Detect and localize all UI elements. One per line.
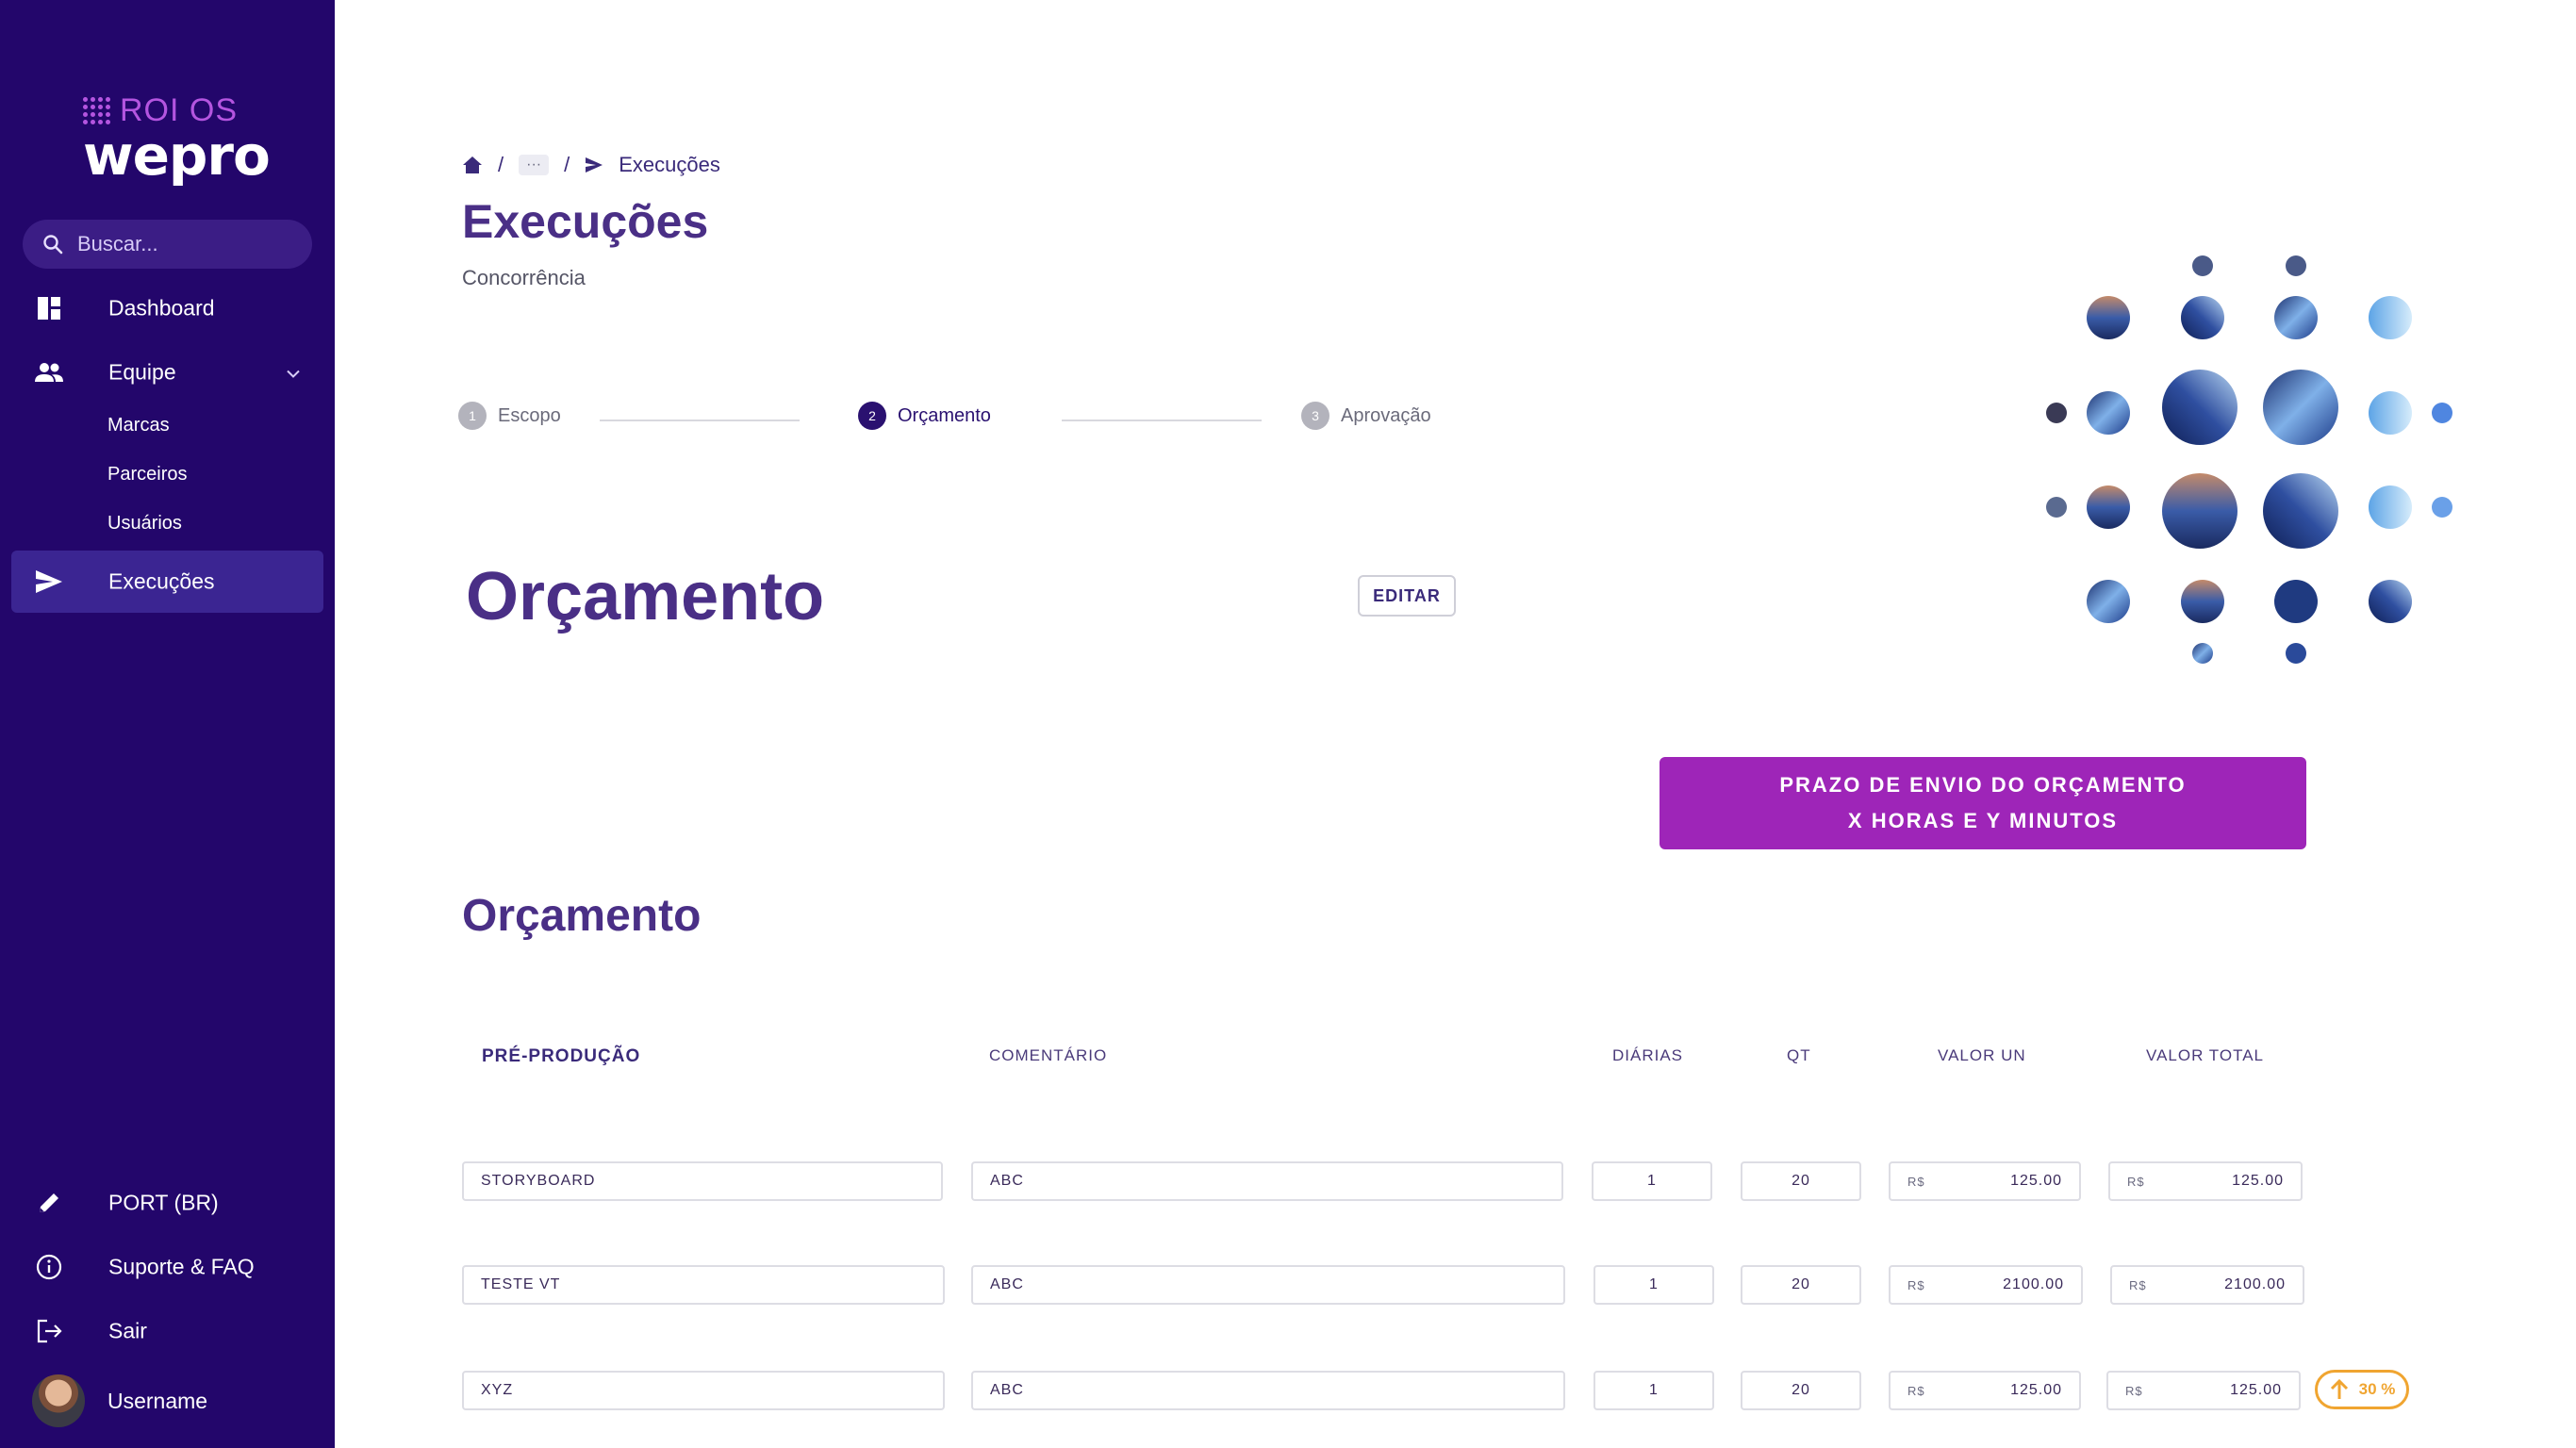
home-icon[interactable]: [462, 156, 483, 174]
days-field[interactable]: 1: [1592, 1161, 1712, 1201]
days-field[interactable]: 1: [1593, 1371, 1714, 1410]
app-root: ROI OS wepro Dashboard Equipe Marcas Par…: [0, 0, 2576, 1448]
nav-label-support: Suporte & FAQ: [108, 1254, 255, 1279]
total-value: 125.00: [2232, 1173, 2284, 1189]
dashboard-icon: [34, 293, 64, 323]
breadcrumb-ellipsis[interactable]: ···: [519, 155, 550, 175]
total-value: 2100.00: [2224, 1276, 2286, 1292]
comment-field[interactable]: ABC: [971, 1161, 1563, 1201]
budget-title: Orçamento: [462, 891, 702, 941]
deadline-line2: X HORAS E Y MINUTOS: [1847, 809, 2119, 832]
avatar[interactable]: [32, 1374, 85, 1427]
nav-sub-parceiros[interactable]: Parceiros: [107, 464, 187, 485]
item-field[interactable]: XYZ: [462, 1371, 945, 1410]
nav-item-execucoes[interactable]: Execuções: [11, 551, 323, 613]
username-label[interactable]: Username: [107, 1389, 207, 1414]
unit-value-field[interactable]: R$ 125.00: [1889, 1161, 2081, 1201]
total-value: 125.00: [2230, 1382, 2282, 1398]
currency-label: R$: [2129, 1277, 2147, 1292]
comment-field[interactable]: ABC: [971, 1371, 1565, 1410]
step-connector: [600, 420, 800, 421]
brand-logo[interactable]: ROI OS wepro: [83, 92, 272, 188]
qty-field[interactable]: 20: [1741, 1265, 1861, 1305]
nav-label-dashboard: Dashboard: [108, 295, 215, 321]
people-icon: [34, 357, 64, 387]
total-value-field[interactable]: R$ 2100.00: [2110, 1265, 2304, 1305]
deadline-banner: PRAZO DE ENVIO DO ORÇAMENTO X HORAS E Y …: [1660, 757, 2306, 849]
step-number: 3: [1301, 402, 1329, 430]
brand-name: wepro: [83, 123, 271, 188]
step-label: Orçamento: [898, 404, 991, 426]
edit-button[interactable]: EDITAR: [1358, 575, 1456, 617]
header-unit: VALOR UN: [1938, 1046, 2026, 1064]
header-item: PRÉ-PRODUÇÃO: [482, 1046, 641, 1066]
decorative-dot-art: [2046, 255, 2452, 664]
header-qty: QT: [1787, 1046, 1811, 1064]
logout-icon: [34, 1316, 64, 1346]
info-icon: [34, 1252, 64, 1282]
page-title: Execuções: [462, 195, 709, 248]
deadline-line1: PRAZO DE ENVIO DO ORÇAMENTO: [1779, 773, 2187, 797]
qty-field[interactable]: 20: [1741, 1161, 1861, 1201]
currency-label: R$: [2125, 1383, 2143, 1398]
change-badge-value: 30 %: [2358, 1380, 2396, 1398]
step-label: Escopo: [498, 404, 561, 426]
step-orcamento[interactable]: 2 Orçamento: [858, 402, 991, 430]
sidebar: ROI OS wepro Dashboard Equipe Marcas Par…: [0, 0, 335, 1448]
nav-item-dashboard[interactable]: Dashboard: [11, 277, 323, 339]
page-subtitle: Concorrência: [462, 266, 586, 289]
total-value-field[interactable]: R$ 125.00: [2108, 1161, 2303, 1201]
header-comment: COMENTÁRIO: [989, 1046, 1108, 1064]
step-escopo[interactable]: 1 Escopo: [458, 402, 561, 430]
nav-sub-usuarios[interactable]: Usuários: [107, 513, 182, 535]
comment-field[interactable]: ABC: [971, 1265, 1565, 1305]
change-badge: 30 %: [2315, 1370, 2409, 1409]
arrow-up-icon: [2330, 1378, 2348, 1399]
nav-label-equipe: Equipe: [108, 359, 176, 385]
item-field[interactable]: TESTE VT: [462, 1265, 945, 1305]
header-total: VALOR TOTAL: [2146, 1046, 2265, 1064]
nav-item-equipe[interactable]: Equipe: [11, 341, 323, 403]
grid-dots-icon: [83, 97, 110, 124]
step-aprovacao[interactable]: 3 Aprovação: [1301, 402, 1431, 430]
search-box[interactable]: [23, 220, 312, 269]
section-title: Orçamento: [466, 559, 825, 634]
send-icon: [586, 157, 603, 173]
currency-label: R$: [1907, 1174, 1925, 1189]
nav-sub-marcas[interactable]: Marcas: [107, 415, 170, 436]
search-input[interactable]: [77, 232, 285, 256]
unit-value: 125.00: [2010, 1382, 2062, 1398]
currency-label: R$: [1907, 1383, 1925, 1398]
unit-value: 2100.00: [2003, 1276, 2064, 1292]
pencil-icon: [34, 1188, 64, 1218]
total-value-field[interactable]: R$ 125.00: [2106, 1371, 2301, 1410]
currency-label: R$: [1907, 1277, 1925, 1292]
search-icon: [43, 235, 63, 255]
breadcrumb: / ··· / Execuções: [462, 153, 720, 177]
breadcrumb-separator: /: [498, 153, 504, 176]
unit-value-field[interactable]: R$ 2100.00: [1889, 1265, 2083, 1305]
breadcrumb-current[interactable]: Execuções: [619, 153, 720, 177]
nav-label-language: PORT (BR): [108, 1190, 219, 1215]
chevron-down-icon[interactable]: [285, 360, 302, 386]
nav-item-language[interactable]: PORT (BR): [11, 1172, 323, 1234]
step-label: Aprovação: [1341, 404, 1431, 426]
send-icon: [34, 567, 64, 597]
unit-value: 125.00: [2010, 1173, 2062, 1189]
nav-label-execucoes: Execuções: [108, 568, 215, 594]
step-number: 1: [458, 402, 487, 430]
step-number: 2: [858, 402, 886, 430]
qty-field[interactable]: 20: [1741, 1371, 1861, 1410]
step-connector: [1062, 420, 1262, 421]
days-field[interactable]: 1: [1593, 1265, 1714, 1305]
nav-label-logout: Sair: [108, 1318, 147, 1343]
breadcrumb-separator: /: [564, 153, 570, 176]
currency-label: R$: [2127, 1174, 2145, 1189]
unit-value-field[interactable]: R$ 125.00: [1889, 1371, 2081, 1410]
stepper: 1 Escopo 2 Orçamento 3 Aprovação: [458, 402, 1458, 439]
item-field[interactable]: STORYBOARD: [462, 1161, 943, 1201]
header-days: DIÁRIAS: [1612, 1046, 1684, 1064]
nav-item-logout[interactable]: Sair: [11, 1300, 323, 1362]
nav-item-support[interactable]: Suporte & FAQ: [11, 1236, 323, 1298]
